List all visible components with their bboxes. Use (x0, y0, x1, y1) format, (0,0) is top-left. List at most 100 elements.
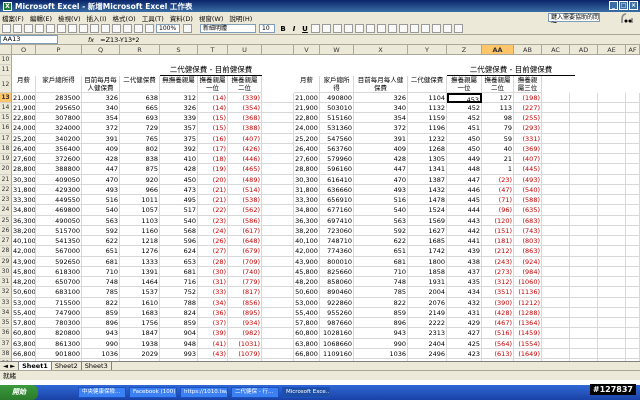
table-cell[interactable]: (331) (514, 133, 542, 144)
redo-icon[interactable] (112, 24, 121, 33)
taskbar-item[interactable]: Facebook (100)… (129, 387, 177, 398)
zoom-select[interactable]: 100% (156, 24, 180, 33)
column-header[interactable]: T (198, 45, 228, 55)
table-cell[interactable]: (22) (198, 205, 228, 216)
empty-cell[interactable] (626, 133, 640, 144)
empty-cell[interactable] (570, 307, 598, 318)
menu-item[interactable]: 視窗(W) (199, 13, 224, 23)
table-cell[interactable]: 439 (447, 246, 482, 257)
column-header[interactable]: W (320, 45, 354, 55)
table-cell[interactable]: (407) (514, 154, 542, 165)
table-cell[interactable]: (428) (482, 307, 514, 318)
table-cell[interactable]: 563 (82, 215, 120, 226)
table-cell[interactable]: 434 (447, 287, 482, 298)
empty-cell[interactable] (262, 287, 294, 298)
table-cell[interactable]: (635) (514, 205, 542, 216)
table-cell[interactable]: 765 (120, 133, 160, 144)
table-cell[interactable]: 340200 (36, 133, 82, 144)
table-cell[interactable]: 26,400 (12, 143, 36, 154)
table-cell[interactable]: 681 (82, 256, 120, 267)
table-cell[interactable]: (30) (198, 266, 228, 277)
table-cell[interactable]: 890460 (320, 287, 354, 298)
table-cell[interactable]: (26) (198, 236, 228, 247)
table-cell[interactable]: 1132 (408, 102, 447, 113)
row-header[interactable]: 33 (0, 297, 12, 308)
table-cell[interactable]: 449550 (36, 195, 82, 206)
table-cell[interactable]: 622 (82, 236, 120, 247)
empty-cell[interactable] (262, 195, 294, 206)
table-cell[interactable]: 391 (354, 133, 408, 144)
menu-item[interactable]: 檔案(F) (2, 13, 24, 23)
empty-cell[interactable] (570, 123, 598, 134)
table-cell[interactable]: 45,800 (12, 266, 36, 277)
column-header[interactable]: AE (598, 45, 626, 55)
menu-item[interactable]: 資料(D) (170, 13, 193, 23)
table-cell[interactable]: 127 (482, 92, 514, 103)
table-cell[interactable]: 312 (160, 92, 198, 103)
empty-cell[interactable] (598, 307, 626, 318)
row-header[interactable]: 18 (0, 143, 12, 154)
table-cell[interactable]: 40 (482, 143, 514, 154)
table-cell[interactable]: 442 (447, 225, 482, 236)
comma-icon[interactable] (377, 24, 386, 33)
table-cell[interactable]: (1459) (514, 328, 542, 339)
empty-cell[interactable] (262, 277, 294, 288)
table-cell[interactable]: 579960 (320, 154, 354, 165)
save-icon[interactable] (24, 24, 33, 33)
table-cell[interactable]: 955260 (320, 307, 354, 318)
table-cell[interactable]: (354) (228, 102, 262, 113)
empty-cell[interactable] (570, 225, 598, 236)
table-cell[interactable]: 656910 (320, 195, 354, 206)
font-select[interactable]: 新細明體 (200, 24, 256, 33)
table-cell[interactable]: 446 (447, 184, 482, 195)
taskbar-item[interactable]: 中央健康保險… (78, 387, 126, 398)
table-cell[interactable]: (1649) (514, 348, 542, 359)
empty-cell[interactable] (598, 113, 626, 124)
empty-cell[interactable] (570, 133, 598, 144)
sheet-nav-buttons[interactable]: ◄ ► (0, 362, 20, 370)
table-cell[interactable]: 25,200 (294, 133, 320, 144)
align-right-icon[interactable] (333, 24, 342, 33)
empty-cell[interactable] (262, 338, 294, 349)
table-cell[interactable]: 710 (354, 266, 408, 277)
table-cell[interactable]: (369) (514, 143, 542, 154)
table-cell[interactable]: 540 (82, 205, 120, 216)
table-cell[interactable]: 324000 (36, 123, 82, 134)
table-cell[interactable]: (255) (514, 113, 542, 124)
percent-icon[interactable] (366, 24, 375, 33)
print-icon[interactable] (35, 24, 44, 33)
row-header[interactable]: 24 (0, 205, 12, 216)
table-cell[interactable]: (21) (198, 184, 228, 195)
spelling-icon[interactable] (57, 24, 66, 33)
empty-cell[interactable] (570, 205, 598, 216)
table-cell[interactable]: 490050 (36, 215, 82, 226)
table-cell[interactable]: 838 (120, 154, 160, 165)
table-cell[interactable]: 650700 (36, 277, 82, 288)
font-color-icon[interactable] (454, 24, 463, 33)
table-cell[interactable]: 563 (354, 215, 408, 226)
table-cell[interactable]: 60,800 (294, 328, 320, 339)
empty-cell[interactable] (262, 246, 294, 257)
row-header[interactable]: 30 (0, 266, 12, 277)
empty-cell[interactable] (262, 92, 294, 103)
table-cell[interactable]: 493 (82, 184, 120, 195)
table-cell[interactable]: 567000 (36, 246, 82, 257)
empty-cell[interactable] (626, 184, 640, 195)
table-cell[interactable]: 820800 (36, 328, 82, 339)
table-cell[interactable]: 63,800 (294, 338, 320, 349)
table-cell[interactable]: (181) (482, 236, 514, 247)
table-cell[interactable]: 987660 (320, 318, 354, 329)
table-cell[interactable]: (1031) (228, 338, 262, 349)
row-header[interactable]: 34 (0, 307, 12, 318)
column-header[interactable]: P (36, 45, 82, 55)
table-cell[interactable]: 447 (354, 164, 408, 175)
table-cell[interactable]: 1109160 (320, 348, 354, 359)
undo-icon[interactable] (101, 24, 110, 33)
column-header[interactable]: R (120, 45, 160, 55)
table-cell[interactable]: 429 (447, 318, 482, 329)
table-cell[interactable]: 340 (82, 102, 120, 113)
empty-cell[interactable] (570, 266, 598, 277)
empty-cell[interactable] (542, 133, 570, 144)
table-cell[interactable]: 441 (447, 236, 482, 247)
table-cell[interactable]: 785 (82, 287, 120, 298)
